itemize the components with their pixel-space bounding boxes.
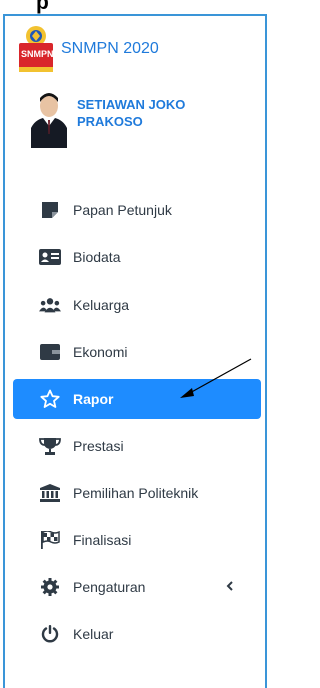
logo-text: SNMPN	[21, 49, 54, 59]
user-profile[interactable]: SETIAWAN JOKO PRAKOSO	[31, 92, 197, 148]
annotation-arrow	[180, 358, 252, 398]
id-card-icon	[39, 247, 61, 267]
snmpn-logo-icon: SNMPN	[15, 25, 57, 73]
star-icon	[39, 389, 61, 409]
sidebar-item-finalisasi[interactable]: Finalisasi	[13, 520, 261, 560]
sidebar-item-keluar[interactable]: Keluar	[13, 614, 261, 654]
sidebar-item-keluarga[interactable]: Keluarga	[13, 285, 261, 325]
trophy-icon	[39, 436, 61, 456]
sidebar-item-label: Keluarga	[73, 297, 130, 313]
user-name: SETIAWAN JOKO PRAKOSO	[77, 97, 186, 129]
sidebar: SNMPN SNMPN 2020 SETIAWAN JOKO PRAKOSO P…	[3, 14, 267, 688]
note-icon	[39, 200, 61, 220]
university-icon	[39, 483, 61, 503]
clipped-heading-fragment: p	[36, 0, 49, 14]
sidebar-item-label: Ekonomi	[73, 344, 128, 360]
flag-checkered-icon	[39, 530, 61, 550]
app-title: SNMPN 2020	[61, 40, 159, 57]
top-edge: p	[0, 0, 272, 14]
sidebar-item-prestasi[interactable]: Prestasi	[13, 426, 261, 466]
sidebar-item-label: Prestasi	[73, 438, 124, 454]
sidebar-item-pemilihan-politeknik[interactable]: Pemilihan Politeknik	[13, 473, 261, 513]
power-icon	[39, 624, 61, 644]
sidebar-item-label: Rapor	[73, 391, 114, 407]
sidebar-item-label: Biodata	[73, 249, 121, 265]
users-icon	[39, 295, 61, 315]
chevron-left-icon[interactable]	[225, 579, 235, 593]
sidebar-item-label: Pemilihan Politeknik	[73, 485, 199, 501]
sidebar-item-papan-petunjuk[interactable]: Papan Petunjuk	[13, 190, 261, 230]
wallet-icon	[39, 342, 61, 362]
sidebar-item-label: Papan Petunjuk	[73, 202, 172, 218]
sidebar-item-label: Keluar	[73, 626, 114, 642]
sidebar-item-pengaturan[interactable]: Pengaturan	[13, 567, 261, 607]
sidebar-item-label: Pengaturan	[73, 579, 146, 595]
avatar	[31, 92, 67, 148]
gear-icon	[39, 577, 61, 597]
sidebar-item-label: Finalisasi	[73, 532, 132, 548]
sidebar-item-biodata[interactable]: Biodata	[13, 237, 261, 277]
brand[interactable]: SNMPN SNMPN 2020	[15, 25, 159, 73]
